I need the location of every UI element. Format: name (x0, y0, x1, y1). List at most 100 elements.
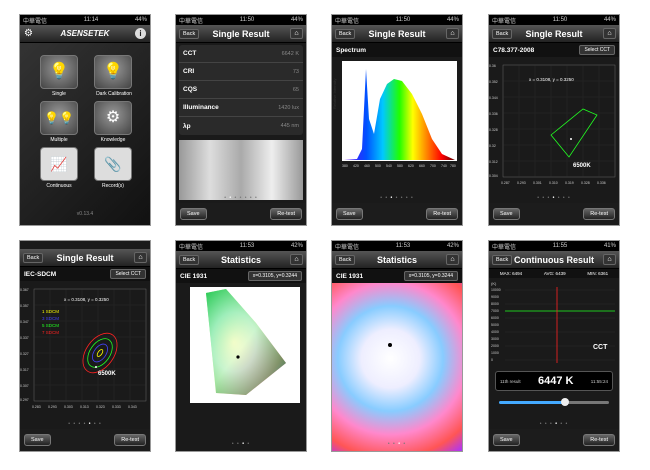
battery: 42% (290, 243, 303, 249)
y-tick: 0.304 (489, 174, 498, 178)
x-tick: 0.293 (517, 181, 526, 185)
cct-label: 6500K (98, 371, 116, 377)
y-tick: 3000 (491, 337, 499, 341)
page-dots: • • • • (231, 441, 251, 447)
x-tick: 740 (441, 164, 447, 168)
retest-button[interactable]: Re-test (114, 434, 146, 446)
y-tick: 9000 (491, 295, 499, 299)
x-ticks: 380 420 460 500 540 580 620 660 700 740 780 (342, 164, 456, 168)
legend-3sdcm: 3 SDCM (42, 316, 59, 321)
back-button[interactable]: Back (23, 253, 44, 263)
bottom-bar: Save Re-test (20, 429, 150, 451)
result-index: 11th result (500, 378, 521, 384)
x-tick: 0.303 (64, 405, 73, 409)
nav-bar: Back Single Result ⌂ (176, 25, 306, 43)
retest-button[interactable]: Re-test (583, 434, 615, 446)
plot-frame (33, 288, 147, 402)
home-icon[interactable]: ⌂ (134, 252, 147, 263)
unit-label: (K) (491, 281, 497, 286)
carrier: 中華電信 (179, 18, 204, 25)
x-tick: 0.336 (597, 181, 606, 185)
home-icon[interactable]: ⌂ (290, 254, 303, 265)
battery: 42% (446, 243, 459, 249)
back-button[interactable]: Back (179, 255, 200, 265)
back-button[interactable]: Back (492, 29, 513, 39)
nav-bar: Back Single Result ⌂ (489, 25, 619, 43)
result-slider[interactable] (499, 398, 609, 406)
screen-sdcm: Back Single Result ⌂ IEC-SDCM Select CCT x … (19, 240, 151, 452)
result-row-cct: CCT 6642 K (179, 45, 303, 63)
tile-knowledge[interactable]: ⚙ (94, 101, 132, 135)
head-gear-icon: ⚙ (105, 109, 121, 126)
row-key: Illuminance (183, 104, 219, 111)
nav-bar: ⚙ ASENSETEK i (20, 25, 150, 43)
carrier: 中華電信 (23, 18, 48, 25)
back-button[interactable]: Back (335, 255, 356, 265)
home-icon[interactable]: ⌂ (446, 28, 459, 39)
measurement-point (388, 343, 392, 347)
info-icon[interactable]: i (135, 28, 146, 39)
tile-dark-calibration[interactable]: 💡 (94, 55, 132, 89)
tile-multiple-label: Multiple (50, 137, 68, 143)
x-tick: 0.343 (128, 405, 137, 409)
save-button[interactable]: Save (493, 208, 520, 220)
coordinate-readout: x = 0.3108, y = 0.3250 (64, 297, 109, 302)
y-tick: 0.317 (20, 368, 29, 372)
retest-button[interactable]: Re-test (270, 208, 302, 220)
clock: 11:55 (552, 243, 568, 249)
coordinate-readout: x = 0.3108, y = 0.3250 (529, 77, 574, 82)
x-tick: 460 (364, 164, 370, 168)
gear-icon[interactable]: ⚙ (24, 28, 33, 39)
home-icon[interactable]: ⌂ (603, 254, 616, 265)
sub-header: CIE 1931 x=0.3105, y=0.3244 (332, 269, 462, 283)
save-button[interactable]: Save (24, 434, 51, 446)
measurement-point (570, 138, 572, 140)
sub-header: Spectrum (332, 43, 462, 57)
save-button[interactable]: Save (180, 208, 207, 220)
spectrum-label: Spectrum (336, 46, 366, 54)
tile-multiple[interactable]: 💡💡 (40, 101, 78, 135)
battery: 44% (446, 17, 459, 23)
nav-bar: Back Single Result ⌂ (20, 249, 150, 267)
screen-single-result: 中華電信 11:50 44% Back Single Result ⌂ CCT 6642 … (175, 14, 307, 226)
tile-continuous[interactable]: 📈 (40, 147, 78, 181)
home-icon[interactable]: ⌂ (446, 254, 459, 265)
home-icon[interactable]: ⌂ (290, 28, 303, 39)
y-tick: 0.327 (20, 352, 29, 356)
clock: 11:53 (239, 243, 255, 249)
y-tick: 5000 (491, 323, 499, 327)
x-ticks: 0.283 0.293 0.303 0.313 0.323 0.333 0.343 (32, 405, 137, 409)
y-tick: 0.328 (489, 128, 498, 132)
save-button[interactable]: Save (336, 208, 363, 220)
min-value: MIN: 6361 (587, 271, 609, 276)
screen-spectrum: 中華電信 11:50 44% Back Single Result ⌂ Spectrum… (331, 14, 463, 226)
back-button[interactable]: Back (335, 29, 356, 39)
tile-records[interactable]: 📎 (94, 147, 132, 181)
result-box: 11th result 6447 K 11:55:24 (495, 371, 613, 391)
slider-thumb[interactable] (561, 398, 569, 406)
avg-value: AVG: 6439 (543, 271, 566, 276)
paperclip-icon: 📎 (104, 156, 122, 172)
x-tick: 700 (430, 164, 436, 168)
select-cct-button[interactable]: Select CCT (579, 45, 615, 55)
brushed-metal-panel (179, 140, 303, 200)
home-icon[interactable]: ⌂ (603, 28, 616, 39)
y-tick: 0.357 (20, 304, 29, 308)
tile-records-label: Record(s) (102, 183, 124, 189)
back-button[interactable]: Back (179, 29, 200, 39)
x-tick: 0.310 (549, 181, 558, 185)
back-button[interactable]: Back (492, 255, 513, 265)
screen-c78: 中華電信 11:50 44% Back Single Result ⌂ C78.377-… (488, 14, 620, 226)
retest-button[interactable]: Re-test (583, 208, 615, 220)
x-tick: 660 (419, 164, 425, 168)
retest-button[interactable]: Re-test (426, 208, 458, 220)
sub-header: C78.377-2008 Select CCT (489, 43, 619, 57)
tile-single[interactable]: 💡 (40, 55, 78, 89)
battery: 44% (603, 17, 616, 23)
row-value: 1420 lux (278, 104, 299, 111)
save-button[interactable]: Save (493, 434, 520, 446)
screen-home: 中華電信 11:14 44% ⚙ ASENSETEK i 💡 Single 💡 Da… (19, 14, 151, 226)
select-cct-button[interactable]: Select CCT (110, 269, 146, 279)
tile-single-label: Single (52, 91, 66, 97)
x-tick: 540 (386, 164, 392, 168)
